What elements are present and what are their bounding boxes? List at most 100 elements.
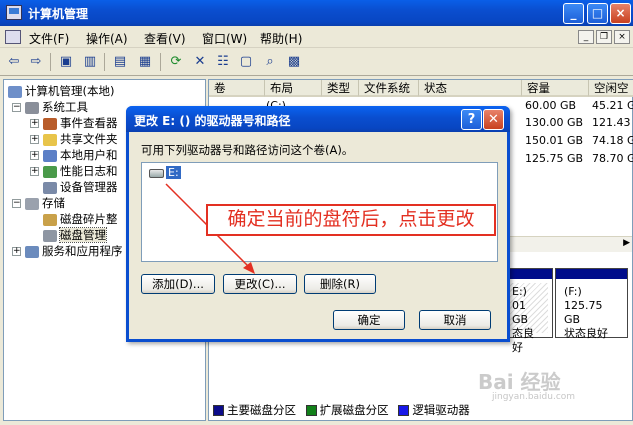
toolbar-separator xyxy=(160,53,161,71)
refresh-icon[interactable]: ⟳ xyxy=(166,53,186,71)
dialog-description: 可用下列驱动器号和路径访问这个卷(A)。 xyxy=(141,143,354,157)
column-header-volume[interactable]: 卷 xyxy=(209,80,265,97)
annotation-callout: 确定当前的盘符后，点击更改 xyxy=(206,204,496,236)
disk-management-icon xyxy=(43,229,57,242)
expand-icon[interactable]: + xyxy=(30,151,39,160)
collapse-icon[interactable]: − xyxy=(12,103,21,112)
drive-icon xyxy=(149,168,164,178)
change-button[interactable]: 更改(C)... xyxy=(223,274,297,294)
expand-icon[interactable]: + xyxy=(30,167,39,176)
menu-bar: 文件(F) 操作(A) 查看(V) 窗口(W) 帮助(H) _ ❐ × xyxy=(0,26,633,48)
forward-icon[interactable]: ⇨ xyxy=(26,53,46,71)
menu-file[interactable]: 文件(F) xyxy=(29,30,69,47)
properties-pane-icon[interactable]: ▦ xyxy=(135,53,155,71)
capacity-cell: 150.01 GB xyxy=(525,134,584,147)
tree-item-event-viewer[interactable]: + 事件查看器 xyxy=(30,115,118,131)
menu-window[interactable]: 窗口(W) xyxy=(202,30,247,47)
ok-button[interactable]: 确定 xyxy=(333,310,405,330)
capacity-cell: 60.00 GB xyxy=(525,99,577,112)
expand-icon[interactable]: + xyxy=(30,135,39,144)
toolbar: ⇦ ⇨ ▣ ▥ ▤ ▦ ⟳ ✕ ☷ ▢ ⌕ ▩ xyxy=(0,48,633,76)
computer-management-icon xyxy=(6,5,22,20)
tree-item-local-users[interactable]: + 本地用户和 xyxy=(30,147,118,163)
shared-folder-icon xyxy=(43,133,57,146)
volume-f-info: (F:) 125.75 GB 状态良好 xyxy=(564,285,608,340)
minimize-button[interactable]: _ xyxy=(563,3,584,24)
tree-item-disk-defragmenter[interactable]: 磁盘碎片整 xyxy=(43,211,118,227)
baidu-watermark: Bai 经验 xyxy=(478,370,561,394)
child-restore-button[interactable]: ❐ xyxy=(596,30,612,44)
child-minimize-button[interactable]: _ xyxy=(578,30,594,44)
performance-icon xyxy=(43,165,57,178)
users-icon xyxy=(43,149,57,162)
column-header-type[interactable]: 类型 xyxy=(322,80,359,97)
tree-item-performance-logs[interactable]: + 性能日志和 xyxy=(30,163,118,179)
scroll-right-icon[interactable]: ▶ xyxy=(623,238,630,248)
window-title: 计算机管理 xyxy=(28,7,89,21)
maximize-button[interactable]: □ xyxy=(587,3,608,24)
event-viewer-icon xyxy=(43,117,57,130)
column-header-filesystem[interactable]: 文件系统 xyxy=(359,80,419,97)
capacity-cell: 130.00 GB xyxy=(525,116,584,129)
baidu-watermark-url: jingyan.baidu.com xyxy=(492,392,576,402)
add-button[interactable]: 添加(D)... xyxy=(141,274,215,294)
free-space-cell: 121.43 xyxy=(592,116,631,129)
logical-drive-swatch xyxy=(398,405,410,416)
show-tree-icon[interactable]: ▥ xyxy=(80,53,100,71)
free-space-cell: 45.21 G xyxy=(592,99,633,112)
capacity-cell: 125.75 GB xyxy=(525,152,584,165)
expand-icon[interactable]: + xyxy=(12,247,21,256)
remove-button[interactable]: 删除(R) xyxy=(304,274,376,294)
partition-legend: 主要磁盘分区 扩展磁盘分区 逻辑驱动器 xyxy=(213,402,470,418)
tree-item-disk-management[interactable]: 磁盘管理 xyxy=(43,227,107,243)
open-icon[interactable]: ▢ xyxy=(236,53,256,71)
free-space-cell: 74.18 G xyxy=(592,134,633,147)
column-header-free-space[interactable]: 空闲空 xyxy=(589,80,633,97)
menu-action[interactable]: 操作(A) xyxy=(86,30,128,47)
menu-view[interactable]: 查看(V) xyxy=(144,30,186,47)
volume-e-info: E:) 01 GB 态良好 xyxy=(508,283,548,354)
toolbar-separator xyxy=(50,53,51,71)
computer-icon xyxy=(8,85,22,98)
tree-item-device-manager[interactable]: 设备管理器 xyxy=(43,179,118,195)
child-close-button[interactable]: × xyxy=(614,30,630,44)
menu-help[interactable]: 帮助(H) xyxy=(260,30,302,47)
services-icon xyxy=(25,245,39,258)
tree-item-storage[interactable]: − 存储 xyxy=(12,195,65,211)
list-item[interactable]: E: xyxy=(149,166,181,181)
search-icon[interactable]: ⌕ xyxy=(260,53,280,71)
device-manager-icon xyxy=(43,181,57,194)
extended-partition-swatch xyxy=(305,405,317,416)
dialog-close-button[interactable]: ✕ xyxy=(483,109,504,130)
expand-icon[interactable]: + xyxy=(30,119,39,128)
primary-partition-swatch xyxy=(213,405,224,416)
tree-item-shared-folders[interactable]: + 共享文件夹 xyxy=(30,131,118,147)
dialog-title-bar: 更改 E: () 的驱动器号和路径 ? ✕ xyxy=(126,106,510,132)
close-button[interactable]: × xyxy=(610,3,631,24)
help-topics-icon[interactable]: ▩ xyxy=(284,53,304,71)
tree-item-services-applications[interactable]: + 服务和应用程序 xyxy=(12,243,123,259)
collapse-icon[interactable]: − xyxy=(12,199,21,208)
child-window-icon[interactable] xyxy=(5,30,21,44)
cancel-button[interactable]: 取消 xyxy=(419,310,491,330)
dialog-title: 更改 E: () 的驱动器号和路径 xyxy=(134,114,291,128)
column-header-status[interactable]: 状态 xyxy=(419,80,522,97)
properties-icon[interactable]: ☷ xyxy=(213,53,233,71)
window-title-bar: 计算机管理 _ □ × xyxy=(0,0,633,26)
up-folder-icon[interactable]: ▣ xyxy=(56,53,76,71)
toolbar-separator xyxy=(104,53,105,71)
help-button[interactable]: ? xyxy=(461,109,482,130)
column-header-capacity[interactable]: 容量 xyxy=(522,80,589,97)
tree-item-system-tools[interactable]: − 系统工具 xyxy=(12,99,88,115)
tools-icon xyxy=(25,101,39,114)
volume-e[interactable]: E:) 01 GB 态良好 xyxy=(503,268,553,354)
storage-icon xyxy=(25,197,39,210)
delete-icon[interactable]: ✕ xyxy=(190,53,210,71)
export-icon[interactable]: ▤ xyxy=(110,53,130,71)
tree-item-computer-management[interactable]: 计算机管理(本地) xyxy=(8,83,114,99)
volume-f[interactable]: (F:) 125.75 GB 状态良好 xyxy=(555,268,628,340)
free-space-cell: 78.70 G xyxy=(592,152,633,165)
primary-partition-bar xyxy=(504,269,552,279)
column-header-layout[interactable]: 布局 xyxy=(265,80,322,97)
back-icon[interactable]: ⇦ xyxy=(4,53,24,71)
